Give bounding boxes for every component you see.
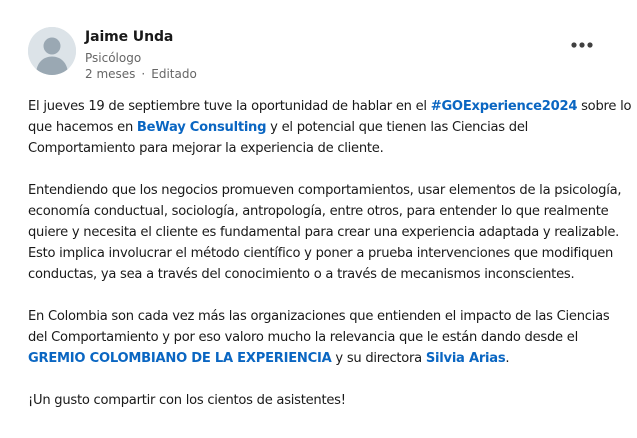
text-line: En Colombia son cada vez más las organiz…	[28, 309, 610, 324]
text-line: quiere y necesita el cliente es fundamen…	[28, 225, 620, 240]
more-options-button[interactable]	[566, 33, 598, 57]
feed-post: Jaime Unda Psicólogo 2 meses · Editado El …	[0, 0, 637, 438]
text-span: sobre lo	[577, 99, 632, 114]
paragraph-3: En Colombia son cada vez más las organiz…	[28, 306, 628, 369]
organization-mention-link[interactable]: GREMIO COLOMBIANO DE LA EXPERIENCIA	[28, 351, 332, 366]
text-line: ¡Un gusto compartir con los cientos de a…	[28, 393, 346, 408]
author-headline: Psicólogo	[85, 51, 142, 65]
avatar[interactable]	[28, 27, 76, 75]
paragraph-2: Entendiendo que los negocios promueven c…	[28, 180, 628, 285]
post-meta: 2 meses · Editado	[85, 67, 197, 81]
text-span: y el potencial que tienen las Ciencias d…	[266, 120, 529, 135]
paragraph-4: ¡Un gusto compartir con los cientos de a…	[28, 390, 628, 411]
text-span: que hacemos en	[28, 120, 137, 135]
more-horizontal-icon	[571, 42, 593, 48]
text-line: economía conductual, sociología, antropo…	[28, 204, 609, 219]
text-line: Esto implica involucrar el método cientí…	[28, 246, 614, 261]
person-placeholder-icon	[28, 27, 76, 75]
text-span: El jueves 19 de septiembre tuve la oport…	[28, 99, 431, 114]
text-line: Entendiendo que los negocios promueven c…	[28, 183, 622, 198]
hashtag-link[interactable]: #GOExperience2024	[431, 99, 578, 114]
text-line: GREMIO COLOMBIANO DE LA EXPERIENCIA y su…	[28, 348, 628, 369]
company-mention-link[interactable]: BeWay Consulting	[137, 120, 267, 135]
text-line: El jueves 19 de septiembre tuve la oport…	[28, 96, 632, 117]
meta-separator: ·	[141, 67, 146, 81]
person-mention-link[interactable]: Silvia Arias	[426, 351, 506, 366]
author-name[interactable]: Jaime Unda	[85, 29, 173, 45]
text-span: .	[505, 351, 510, 366]
text-span: y su directora	[331, 351, 426, 366]
text-line: Comportamiento para mejorar la experienc…	[28, 141, 384, 156]
text-line: conductas, ya sea a través del conocimie…	[28, 267, 575, 282]
text-line: que hacemos en BeWay Consulting y el pot…	[28, 117, 628, 138]
paragraph-1: El jueves 19 de septiembre tuve la oport…	[28, 96, 632, 159]
edited-label: Editado	[151, 67, 197, 81]
post-body: El jueves 19 de septiembre tuve la oport…	[28, 96, 632, 432]
post-time: 2 meses	[85, 67, 136, 81]
text-line: del Comportamiento y por eso valoro much…	[28, 330, 578, 345]
